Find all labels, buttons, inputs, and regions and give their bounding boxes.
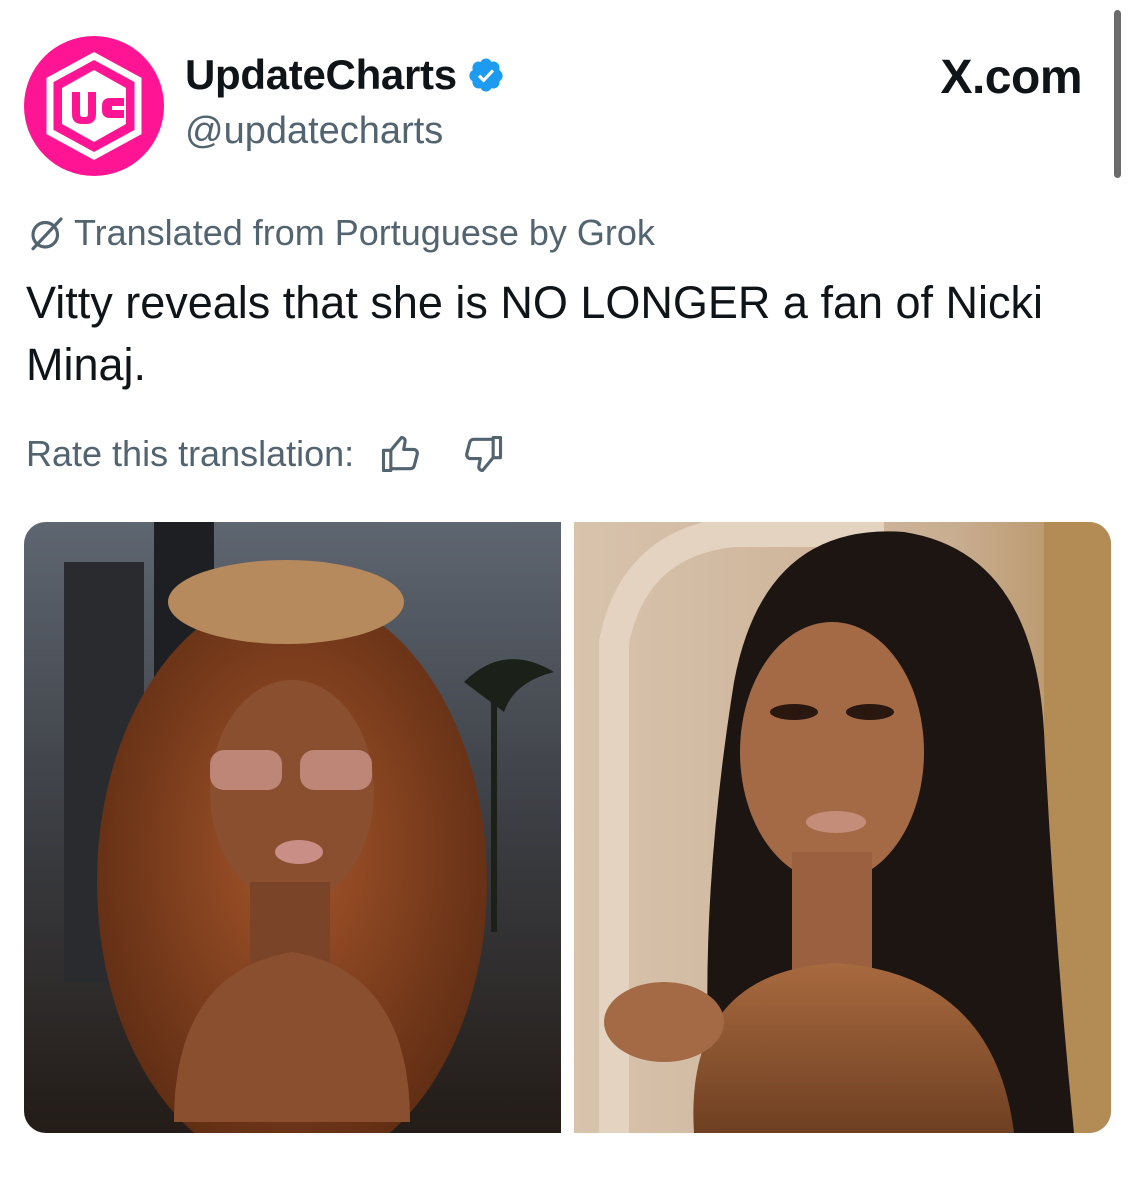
avatar[interactable] [24,36,164,176]
thumbs-up-button[interactable] [376,430,424,478]
thumbs-up-icon [382,435,420,473]
author-display-name[interactable]: UpdateCharts [185,52,457,98]
post-image-left[interactable] [24,522,561,1133]
translation-notice: Translated from Portuguese by Grok [26,210,655,256]
scrollbar[interactable] [1114,10,1121,178]
photo-woman-straight-hair [574,522,1111,1133]
grok-translate-icon [31,217,63,251]
photo-woman-curly-hair [24,522,561,1133]
post-text: Vitty reveals that she is NO LONGER a fa… [26,277,1044,390]
author-name-row: UpdateCharts [185,52,505,98]
thumbs-down-button[interactable] [460,430,508,478]
thumbs-down-icon [465,435,503,473]
rate-translation-row: Rate this translation: [26,428,508,480]
post-image-right[interactable] [574,522,1111,1133]
translation-notice-text: Translated from Portuguese by Grok [74,212,655,253]
rate-translation-label: Rate this translation: [26,433,355,474]
verified-badge-icon [469,58,503,92]
author-handle[interactable]: @updatecharts [185,108,443,154]
site-label: X.com [940,51,1082,104]
updatecharts-logo [46,52,142,160]
